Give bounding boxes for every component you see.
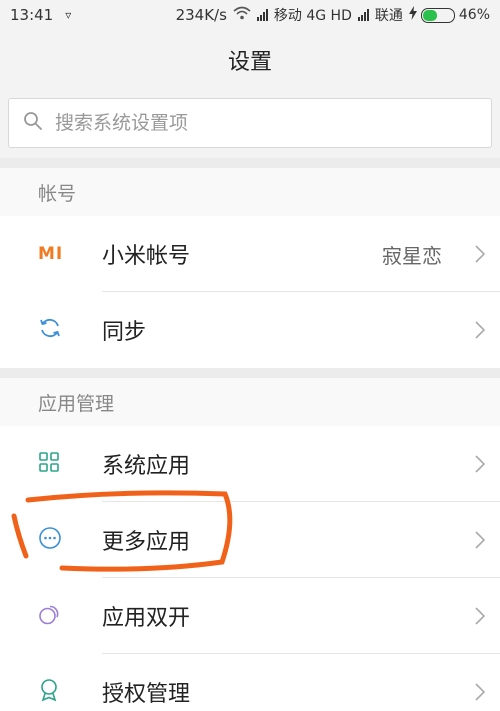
search-input[interactable] (55, 112, 477, 134)
page-title: 设置 (227, 50, 272, 75)
dual-apps-icon (38, 602, 62, 630)
chevron-right-icon (460, 321, 500, 339)
section-divider (0, 368, 500, 378)
search-icon (23, 111, 43, 135)
chevron-right-icon (460, 607, 500, 625)
notification-icon: ▿ (65, 8, 72, 22)
carrier-1: 移动 4G HD (273, 8, 352, 24)
row-dual-apps[interactable]: 应用双开 (0, 578, 500, 654)
row-label: 授权管理 (102, 682, 191, 707)
row-more-apps[interactable]: 更多应用 (0, 502, 500, 578)
grid-icon (38, 451, 60, 477)
account-section: 帐号 MI 小米帐号 寂星恋 同步 (0, 168, 500, 368)
row-label: 更多应用 (102, 530, 191, 555)
signal-icon-1 (256, 9, 268, 21)
row-mi-account[interactable]: MI 小米帐号 寂星恋 (0, 216, 500, 292)
status-time: 13:41 (10, 6, 54, 24)
battery-icon (420, 7, 455, 23)
mi-logo-icon: MI (38, 244, 64, 264)
section-header-account: 帐号 (0, 168, 500, 216)
chevron-right-icon (460, 245, 500, 263)
wifi-icon (233, 6, 251, 24)
status-bar: 13:41 ▿ 234K/s 移动 4G HD 联通 46% (0, 0, 500, 30)
battery-percent: 46% (458, 7, 490, 23)
chevron-right-icon (460, 531, 500, 549)
badge-icon (38, 678, 60, 706)
row-label: 同步 (102, 320, 147, 345)
apps-section: 应用管理 系统应用 更多应用 应用双开 授权管理 (0, 378, 500, 711)
search-box[interactable] (8, 98, 492, 148)
network-speed: 234K/s (175, 6, 227, 24)
row-label: 小米帐号 (102, 244, 191, 269)
more-dots-icon (38, 526, 62, 554)
charging-icon (408, 6, 417, 24)
row-label: 系统应用 (102, 454, 191, 479)
account-name: 寂星恋 (382, 243, 442, 268)
row-system-apps[interactable]: 系统应用 (0, 426, 500, 502)
row-label: 应用双开 (102, 606, 191, 631)
sync-icon (38, 316, 62, 344)
chevron-right-icon (460, 455, 500, 473)
title-bar: 设置 (0, 30, 500, 90)
row-sync[interactable]: 同步 (0, 292, 500, 368)
search-container (0, 90, 500, 158)
carrier-2: 联通 (374, 8, 403, 24)
chevron-right-icon (460, 683, 500, 701)
section-header-apps: 应用管理 (0, 378, 500, 426)
row-permissions[interactable]: 授权管理 (0, 654, 500, 711)
section-divider (0, 158, 500, 168)
signal-icon-2 (357, 9, 369, 21)
